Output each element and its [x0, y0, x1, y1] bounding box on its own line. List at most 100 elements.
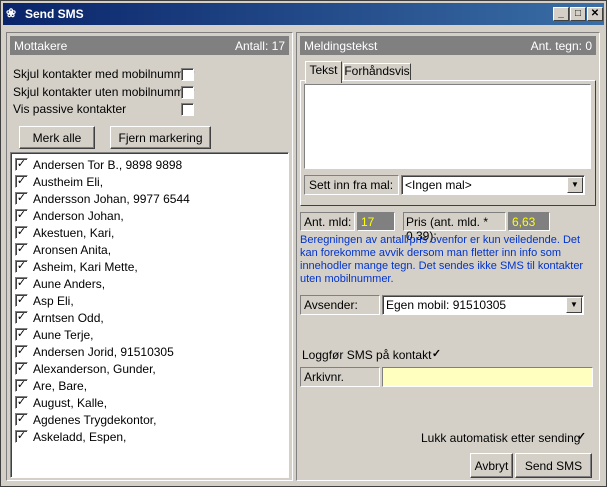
log-sms-label: Loggfør SMS på kontakt [302, 348, 432, 362]
contact-checkbox[interactable]: ✓ [15, 294, 28, 307]
contact-name: August, Kalle, [33, 396, 108, 410]
send-sms-button[interactable]: Send SMS [515, 453, 592, 478]
contact-name: Anderson Johan, [33, 209, 124, 223]
contact-checkbox[interactable]: ✓ [15, 277, 28, 290]
contact-row[interactable]: ✓ Anderson Johan, [15, 207, 285, 224]
show-passive-checkbox[interactable] [181, 103, 194, 116]
template-label-box: Sett inn fra mal: [304, 175, 399, 195]
contact-row[interactable]: ✓ Asp Eli, [15, 292, 285, 309]
contact-name: Akestuen, Kari, [33, 226, 115, 240]
hide-with-mobile-checkbox[interactable] [181, 68, 194, 81]
cancel-button[interactable]: Avbryt [470, 453, 513, 478]
contact-row[interactable]: ✓ Asheim, Kari Mette, [15, 258, 285, 275]
template-label: Sett inn fra mal: [309, 178, 394, 192]
ant-mld-label: Ant. mld: [304, 215, 352, 229]
contact-name: Askeladd, Espen, [33, 430, 127, 444]
contact-checkbox[interactable]: ✓ [15, 243, 28, 256]
contact-name: Aune Terje, [33, 328, 94, 342]
window-title: Send SMS [25, 7, 84, 21]
tab-forhandsvis[interactable]: Forhåndsvis [343, 63, 411, 81]
contacts-list[interactable]: ✓ Andersen Tor B., 9898 9898 ✓ Austheim Eli… [10, 152, 289, 478]
autoclose-label: Lukk automatisk etter sending [421, 431, 581, 445]
contact-row[interactable]: ✓ Akestuen, Kari, [15, 224, 285, 241]
contact-row[interactable]: ✓ Are, Bare, [15, 377, 285, 394]
contact-checkbox[interactable]: ✓ [15, 379, 28, 392]
archive-label: Arkivnr. [304, 370, 345, 384]
contact-row[interactable]: ✓ Askeladd, Espen, [15, 428, 285, 445]
tab-tekst[interactable]: Tekst [305, 61, 342, 83]
contact-name: Asp Eli, [33, 294, 74, 308]
minimize-button[interactable]: _ [553, 7, 569, 21]
contact-name: Austheim Eli, [33, 175, 104, 189]
template-select[interactable]: <Ingen mal> ▼ [401, 175, 585, 195]
recipients-title: Mottakere [14, 39, 68, 53]
autoclose-checkbox[interactable]: ✓ [575, 432, 588, 445]
close-button[interactable]: ✕ [587, 7, 603, 21]
contact-checkbox[interactable]: ✓ [15, 209, 28, 222]
pris-label-box: Pris (ant. mld. * 0,39): [403, 212, 506, 243]
hide-without-mobile-checkbox[interactable] [181, 86, 194, 99]
contact-name: Agdenes Trygdekontor, [33, 413, 157, 427]
contact-row[interactable]: ✓ Arntsen Odd, [15, 309, 285, 326]
contact-row[interactable]: ✓ Andersen Jorid, 91510305 [15, 343, 285, 360]
sender-label-box: Avsender: [300, 295, 380, 315]
contact-checkbox[interactable]: ✓ [15, 430, 28, 443]
contact-row[interactable]: ✓ Alexanderson, Gunder, [15, 360, 285, 377]
chevron-down-icon[interactable]: ▼ [566, 297, 582, 313]
message-textarea[interactable] [304, 84, 591, 169]
recipients-header: Mottakere Antall: 17 [10, 36, 289, 55]
contact-row[interactable]: ✓ Austheim Eli, [15, 173, 285, 190]
contact-row[interactable]: ✓ August, Kalle, [15, 394, 285, 411]
template-value: <Ingen mal> [405, 178, 472, 192]
archive-input[interactable] [382, 367, 593, 387]
contact-checkbox[interactable]: ✓ [15, 260, 28, 273]
contact-row[interactable]: ✓ Andersson Johan, 9977 6544 [15, 190, 285, 207]
contact-checkbox[interactable]: ✓ [15, 192, 28, 205]
contact-name: Aune Anders, [33, 277, 106, 291]
sender-label: Avsender: [304, 298, 358, 312]
contact-name: Andersen Tor B., 9898 9898 [33, 158, 183, 172]
message-panel: Meldingstekst Ant. tegn: 0 Tekst Forhånd… [296, 32, 600, 481]
contact-checkbox[interactable]: ✓ [15, 413, 28, 426]
contact-name: Arntsen Odd, [33, 311, 104, 325]
message-header: Meldingstekst Ant. tegn: 0 [300, 36, 596, 55]
char-count: Ant. tegn: 0 [530, 39, 592, 53]
contact-checkbox[interactable]: ✓ [15, 226, 28, 239]
archive-label-box: Arkivnr. [300, 367, 380, 387]
contact-checkbox[interactable]: ✓ [15, 362, 28, 375]
select-all-button[interactable]: Merk alle [19, 126, 95, 149]
contact-name: Andersson Johan, 9977 6544 [33, 192, 190, 206]
price-info-text: Beregningen av antall/pris ovenfor er ku… [300, 234, 584, 285]
contact-row[interactable]: ✓ Agdenes Trygdekontor, [15, 411, 285, 428]
ant-mld-value: 17 [357, 212, 395, 231]
sender-select[interactable]: Egen mobil: 91510305 ▼ [382, 295, 584, 315]
contact-checkbox[interactable]: ✓ [15, 175, 28, 188]
contact-row[interactable]: ✓ Andersen Tor B., 9898 9898 [15, 156, 285, 173]
contact-name: Andersen Jorid, 91510305 [33, 345, 174, 359]
sender-value: Egen mobil: 91510305 [386, 298, 507, 312]
contact-row[interactable]: ✓ Aune Terje, [15, 326, 285, 343]
message-title: Meldingstekst [304, 39, 378, 53]
contact-row[interactable]: ✓ Aronsen Anita, [15, 241, 285, 258]
contact-checkbox[interactable]: ✓ [15, 311, 28, 324]
log-sms-checkbox[interactable]: ✓ [430, 349, 443, 362]
hide-with-mobile-label: Skjul kontakter med mobilnummer [13, 67, 195, 81]
recipients-count: Antall: 17 [234, 39, 285, 53]
maximize-button[interactable]: □ [570, 7, 586, 21]
contact-row[interactable]: ✓ Aune Anders, [15, 275, 285, 292]
contact-name: Aronsen Anita, [33, 243, 112, 257]
clear-selection-button[interactable]: Fjern markering [110, 126, 211, 149]
chevron-down-icon[interactable]: ▼ [567, 177, 583, 193]
contact-checkbox[interactable]: ✓ [15, 158, 28, 171]
contact-checkbox[interactable]: ✓ [15, 345, 28, 358]
contact-name: Are, Bare, [33, 379, 88, 393]
contact-checkbox[interactable]: ✓ [15, 328, 28, 341]
contact-checkbox[interactable]: ✓ [15, 396, 28, 409]
contact-name: Alexanderson, Gunder, [33, 362, 156, 376]
tab-content-frame: Sett inn fra mal: <Ingen mal> ▼ [300, 80, 596, 206]
send-sms-window: ❀ Send SMS _ □ ✕ Mottakere Antall: 17 Sk… [0, 0, 607, 487]
recipients-panel: Mottakere Antall: 17 Skjul kontakter med… [6, 32, 293, 481]
show-passive-label: Vis passive kontakter [13, 102, 127, 116]
title-bar[interactable]: ❀ Send SMS _ □ ✕ [3, 3, 604, 25]
pris-value: 6,63 [508, 212, 550, 231]
